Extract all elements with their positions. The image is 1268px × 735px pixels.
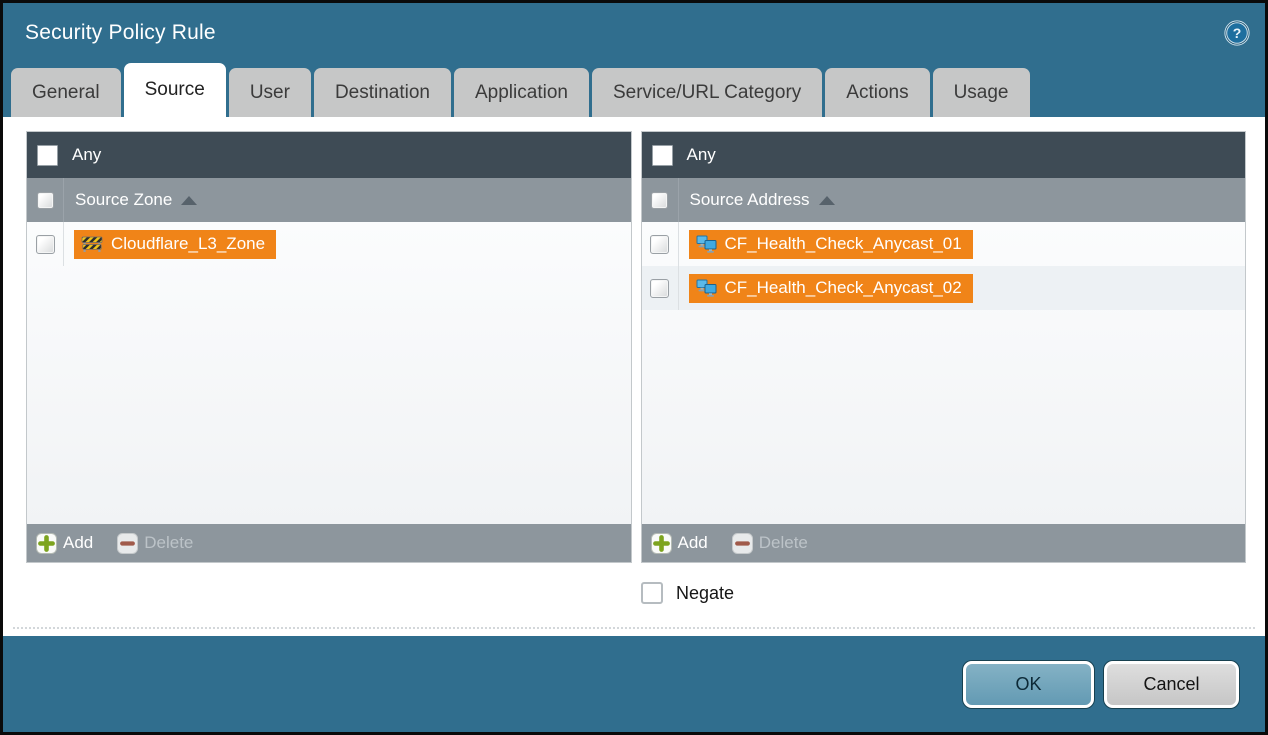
zone-icon — [81, 236, 103, 253]
page-title: Security Policy Rule — [25, 21, 216, 45]
tab-usage[interactable]: Usage — [933, 68, 1030, 117]
source-address-panel: Any Source Address — [641, 131, 1247, 563]
tab-bar: General Source User Destination Application S… — [3, 63, 1265, 117]
column-header: Source Address — [642, 178, 1246, 222]
svg-text:?: ? — [1233, 25, 1242, 41]
select-all-checkbox[interactable] — [651, 192, 668, 209]
tab-service-url-category[interactable]: Service/URL Category — [592, 68, 822, 117]
tab-label: Destination — [335, 82, 430, 103]
row-checkbox-cell — [642, 266, 679, 310]
add-button-label: Add — [678, 533, 708, 553]
delete-button[interactable]: Delete — [732, 533, 808, 554]
tab-destination[interactable]: Destination — [314, 68, 451, 117]
column-header-label[interactable]: Source Address — [690, 190, 810, 210]
tab-content: Any Source Zone — [3, 117, 1265, 636]
any-checkbox[interactable] — [37, 145, 58, 166]
list-item-label: Cloudflare_L3_Zone — [111, 234, 265, 254]
delete-button-label: Delete — [144, 533, 193, 553]
row-checkbox-cell — [27, 222, 64, 266]
add-button[interactable]: Add — [651, 533, 708, 554]
any-label: Any — [72, 145, 101, 165]
list-item-chip[interactable]: Cloudflare_L3_Zone — [74, 230, 276, 259]
add-plus-icon — [651, 533, 672, 554]
tab-label: Usage — [954, 82, 1009, 103]
sort-ascending-icon — [181, 196, 197, 205]
address-icon — [696, 279, 717, 298]
delete-minus-icon — [117, 533, 138, 554]
delete-button[interactable]: Delete — [117, 533, 193, 554]
column-header: Source Zone — [27, 178, 631, 222]
tab-label: Application — [475, 82, 568, 103]
row-checkbox-cell — [642, 222, 679, 266]
cancel-button[interactable]: Cancel — [1104, 661, 1239, 708]
add-button[interactable]: Add — [36, 533, 93, 554]
tab-label: Source — [145, 79, 205, 100]
delete-button-label: Delete — [759, 533, 808, 553]
panel-toolbar: Add Delete — [27, 524, 631, 562]
tab-application[interactable]: Application — [454, 68, 589, 117]
select-all-cell — [27, 178, 64, 222]
list-item: Cloudflare_L3_Zone — [27, 222, 631, 266]
tab-label: Actions — [846, 82, 908, 103]
ok-button[interactable]: OK — [963, 661, 1094, 708]
tab-label: General — [32, 82, 100, 103]
row-checkbox[interactable] — [650, 235, 669, 254]
panel-toolbar: Add Delete — [642, 524, 1246, 562]
address-icon — [696, 235, 717, 254]
list-item-chip[interactable]: CF_Health_Check_Anycast_01 — [689, 230, 973, 259]
any-header: Any — [27, 132, 631, 178]
negate-row: Negate — [641, 582, 1246, 604]
list-item-label: CF_Health_Check_Anycast_01 — [725, 234, 962, 254]
negate-label: Negate — [676, 583, 734, 604]
select-all-checkbox[interactable] — [37, 192, 54, 209]
tab-general[interactable]: General — [11, 68, 121, 117]
tab-label: User — [250, 82, 290, 103]
tab-label: Service/URL Category — [613, 82, 801, 103]
column-header-label[interactable]: Source Zone — [75, 190, 172, 210]
any-header: Any — [642, 132, 1246, 178]
list-item: CF_Health_Check_Anycast_01 — [642, 222, 1246, 266]
add-plus-icon — [36, 533, 57, 554]
any-checkbox[interactable] — [652, 145, 673, 166]
sort-ascending-icon — [819, 196, 835, 205]
select-all-cell — [642, 178, 679, 222]
add-button-label: Add — [63, 533, 93, 553]
tab-source[interactable]: Source — [124, 63, 226, 117]
delete-minus-icon — [732, 533, 753, 554]
security-policy-rule-dialog: Security Policy Rule ? General Source User… — [0, 0, 1268, 735]
tab-user[interactable]: User — [229, 68, 311, 117]
dialog-footer: OK Cancel — [3, 636, 1265, 732]
help-icon[interactable]: ? — [1223, 19, 1251, 47]
item-list: CF_Health_Check_Anycast_01 CF_Health_Che… — [642, 222, 1246, 524]
tab-actions[interactable]: Actions — [825, 68, 929, 117]
list-item-label: CF_Health_Check_Anycast_02 — [725, 278, 962, 298]
negate-checkbox[interactable] — [641, 582, 663, 604]
any-label: Any — [687, 145, 716, 165]
row-checkbox[interactable] — [36, 235, 55, 254]
source-zone-panel: Any Source Zone — [26, 131, 632, 563]
row-checkbox[interactable] — [650, 279, 669, 298]
panels: Any Source Zone — [26, 131, 1246, 563]
list-item-chip[interactable]: CF_Health_Check_Anycast_02 — [689, 274, 973, 303]
item-list: Cloudflare_L3_Zone — [27, 222, 631, 524]
list-item: CF_Health_Check_Anycast_02 — [642, 266, 1246, 310]
dialog-titlebar: Security Policy Rule ? — [3, 3, 1265, 63]
